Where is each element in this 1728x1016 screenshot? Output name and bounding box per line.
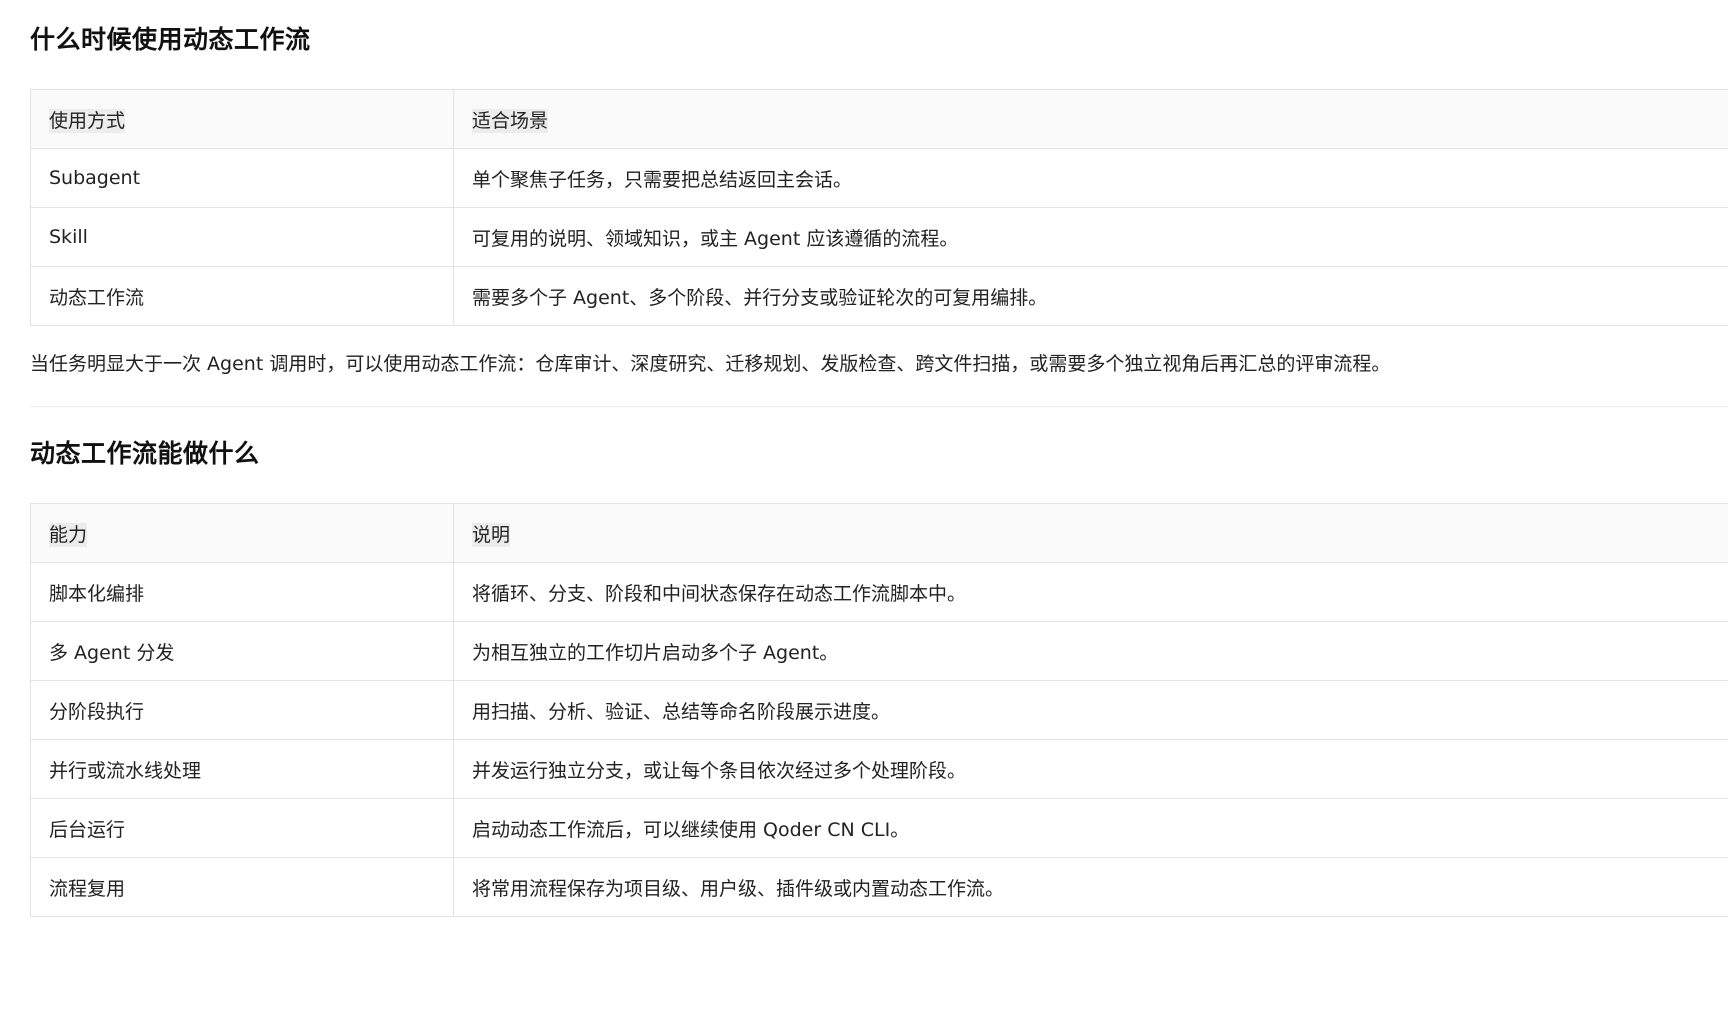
- column-header-description: 说明: [453, 503, 1728, 563]
- table-cell-description: 用扫描、分析、验证、总结等命名阶段展示进度。: [453, 680, 1728, 740]
- table-cell-description: 启动动态工作流后，可以继续使用 Qoder CN CLI。: [453, 798, 1728, 858]
- table-row: 分阶段执行 用扫描、分析、验证、总结等命名阶段展示进度。: [30, 680, 1728, 740]
- section-heading-when-to-use: 什么时候使用动态工作流: [30, 25, 311, 54]
- table-header-row: 能力 说明: [30, 503, 1728, 563]
- table-cell-description: 将常用流程保存为项目级、用户级、插件级或内置动态工作流。: [453, 857, 1728, 917]
- table-cell-capability: 并行或流水线处理: [30, 739, 454, 799]
- table-row: 并行或流水线处理 并发运行独立分支，或让每个条目依次经过多个处理阶段。: [30, 739, 1728, 799]
- section-heading-capabilities: 动态工作流能做什么: [30, 439, 260, 468]
- table-cell-description: 并发运行独立分支，或让每个条目依次经过多个处理阶段。: [453, 739, 1728, 799]
- column-header-capability: 能力: [30, 503, 454, 563]
- table-cell-capability: 多 Agent 分发: [30, 621, 454, 681]
- table-cell-usage: Skill: [30, 207, 454, 267]
- column-header-scenario: 适合场景: [453, 89, 1728, 149]
- table-row: 脚本化编排 将循环、分支、阶段和中间状态保存在动态工作流脚本中。: [30, 562, 1728, 622]
- table-cell-scenario: 单个聚焦子任务，只需要把总结返回主会话。: [453, 148, 1728, 208]
- table-row: 多 Agent 分发 为相互独立的工作切片启动多个子 Agent。: [30, 621, 1728, 681]
- column-header-usage: 使用方式: [30, 89, 454, 149]
- table-cell-usage: Subagent: [30, 148, 454, 208]
- intro-paragraph: 当任务明显大于一次 Agent 调用时，可以使用动态工作流：仓库审计、深度研究、…: [30, 353, 1391, 375]
- table-cell-description: 为相互独立的工作切片启动多个子 Agent。: [453, 621, 1728, 681]
- table-cell-scenario: 可复用的说明、领域知识，或主 Agent 应该遵循的流程。: [453, 207, 1728, 267]
- table-row: 动态工作流 需要多个子 Agent、多个阶段、并行分支或验证轮次的可复用编排。: [30, 266, 1728, 326]
- table-row: 流程复用 将常用流程保存为项目级、用户级、插件级或内置动态工作流。: [30, 857, 1728, 917]
- table-cell-usage: 动态工作流: [30, 266, 454, 326]
- table-cell-capability: 脚本化编排: [30, 562, 454, 622]
- table-cell-description: 将循环、分支、阶段和中间状态保存在动态工作流脚本中。: [453, 562, 1728, 622]
- table-row: 后台运行 启动动态工作流后，可以继续使用 Qoder CN CLI。: [30, 798, 1728, 858]
- table-cell-scenario: 需要多个子 Agent、多个阶段、并行分支或验证轮次的可复用编排。: [453, 266, 1728, 326]
- table-cell-capability: 分阶段执行: [30, 680, 454, 740]
- usage-table: 使用方式 适合场景 Subagent 单个聚焦子任务，只需要把总结返回主会话。 …: [30, 89, 1728, 326]
- section-divider: [30, 406, 1728, 407]
- table-cell-capability: 后台运行: [30, 798, 454, 858]
- table-cell-capability: 流程复用: [30, 857, 454, 917]
- table-header-row: 使用方式 适合场景: [30, 89, 1728, 149]
- table-row: Subagent 单个聚焦子任务，只需要把总结返回主会话。: [30, 148, 1728, 208]
- table-row: Skill 可复用的说明、领域知识，或主 Agent 应该遵循的流程。: [30, 207, 1728, 267]
- capabilities-table: 能力 说明 脚本化编排 将循环、分支、阶段和中间状态保存在动态工作流脚本中。 多…: [30, 503, 1728, 917]
